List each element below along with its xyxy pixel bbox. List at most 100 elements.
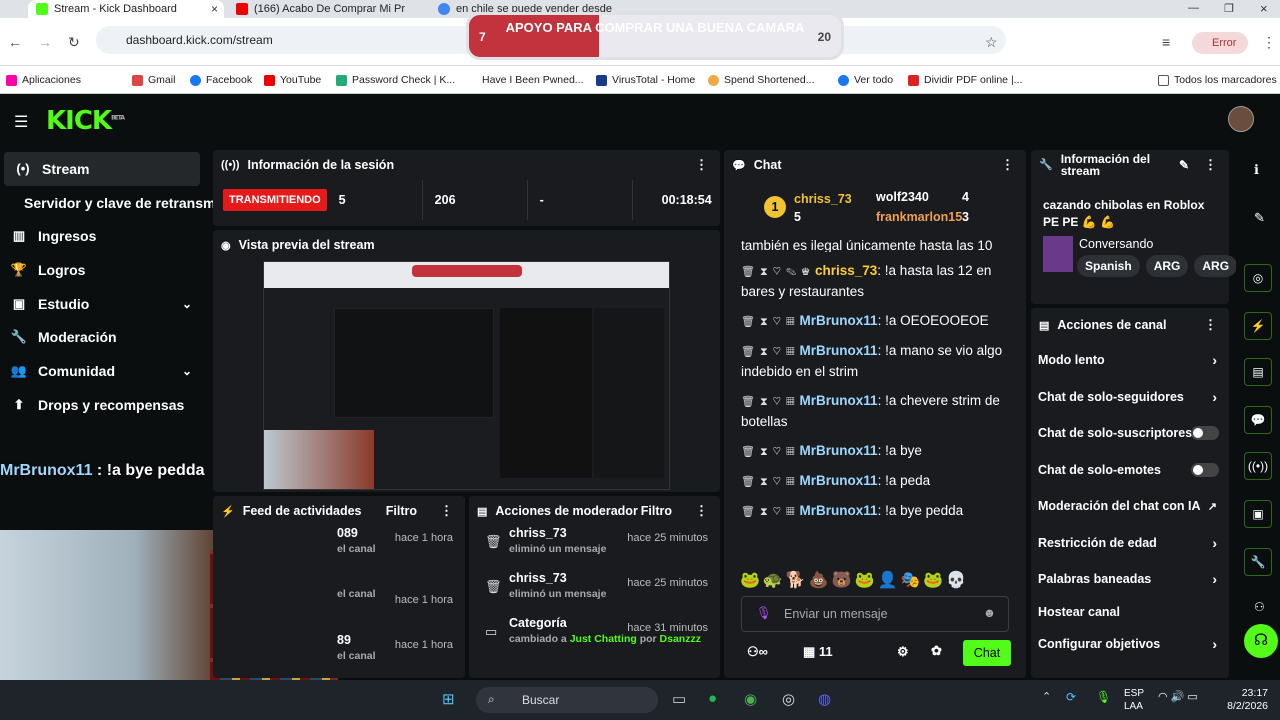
feed-filter-button[interactable]: Filtro bbox=[386, 504, 417, 518]
edit-icon[interactable]: ✎ bbox=[1254, 210, 1265, 226]
sync-icon[interactable]: ⟳ bbox=[1066, 690, 1076, 704]
spotify-icon[interactable]: ● bbox=[708, 690, 717, 707]
document-shortcut-icon[interactable]: ▤ bbox=[1244, 358, 1272, 386]
right-rail: ℹ ✎ ◎ ⚡ ▤ 💬 ((•)) ▣ 🔧 ⚇ ☊ bbox=[1236, 146, 1280, 680]
emoji-icon[interactable]: ☻ bbox=[983, 606, 996, 620]
preview-icon: ◉ bbox=[221, 239, 231, 252]
drops-icon: ⬆ bbox=[13, 396, 25, 412]
stream-preview-video[interactable] bbox=[263, 261, 670, 490]
tab-youtube[interactable]: (166) Acabo De Comprar Mi Pr bbox=[228, 0, 424, 18]
maximize-icon[interactable]: ❐ bbox=[1224, 2, 1234, 15]
followers-only-row[interactable]: Chat de solo-seguidores › bbox=[1031, 379, 1229, 416]
chat-shortcut-icon[interactable]: 💬 bbox=[1244, 406, 1272, 434]
profile-error-button[interactable]: Error bbox=[1192, 32, 1248, 54]
language-indicator[interactable]: ESP LAA bbox=[1124, 687, 1144, 713]
chart-icon: ▥ bbox=[12, 228, 26, 244]
windows-start-icon[interactable]: ⊞ bbox=[442, 690, 455, 708]
broadcast-shortcut-icon[interactable]: ((•)) bbox=[1244, 452, 1272, 480]
more-icon[interactable]: ⋮ bbox=[695, 503, 708, 519]
infinity-icon[interactable]: ⚇∞ bbox=[747, 644, 768, 660]
wifi-icon[interactable]: ◠ 🔊 ▭ bbox=[1158, 690, 1198, 703]
sidebar-item-moderacion[interactable]: 🔧 Moderación bbox=[0, 320, 206, 354]
minimize-icon[interactable]: — bbox=[1188, 2, 1199, 14]
bookmark-hibp[interactable]: Have I Been Pwned... bbox=[482, 74, 584, 86]
nodes-icon[interactable]: ⚇ bbox=[1254, 600, 1265, 614]
bookmark-virustotal[interactable]: VirusTotal - Home bbox=[596, 74, 695, 86]
info-header: 🔧 Información del stream ✎ ⋮ bbox=[1039, 152, 1217, 178]
goals-row[interactable]: Configurar objetivos › bbox=[1031, 626, 1229, 663]
emote-picker-icon[interactable]: ✿ bbox=[931, 643, 942, 659]
emotes-only-toggle[interactable] bbox=[1191, 462, 1219, 477]
bookmark-facebook[interactable]: Facebook bbox=[190, 74, 252, 86]
user-avatar[interactable] bbox=[1228, 106, 1254, 132]
kick-logo[interactable]: KICKBETA bbox=[46, 106, 125, 136]
forward-icon[interactable]: → bbox=[38, 34, 52, 50]
taskbar-search[interactable]: ⌕ Buscar bbox=[476, 687, 658, 713]
more-icon[interactable]: ⋮ bbox=[695, 157, 708, 173]
sidebar-item-drops[interactable]: ⬆ Drops y recompensas bbox=[0, 388, 206, 422]
wrench-shortcut-icon[interactable]: 🔧 bbox=[1244, 548, 1272, 576]
emote-bar[interactable]: 🐸🐢🐕💩🐻🐸👤🎭🐸💀 bbox=[740, 570, 969, 590]
camera-shortcut-icon[interactable]: ◎ bbox=[1244, 264, 1272, 292]
slow-mode-row[interactable]: Modo lento › bbox=[1031, 342, 1229, 379]
feed-header: ⚡ Feed de actividades Filtro ⋮ bbox=[221, 503, 453, 519]
mod-filter-button[interactable]: Filtro bbox=[641, 504, 672, 518]
clock[interactable]: 23:17 8/2/2026 bbox=[1227, 687, 1268, 713]
bookmark-apps[interactable]: Aplicaciones bbox=[6, 74, 81, 86]
send-chat-button[interactable]: Chat bbox=[963, 640, 1011, 666]
bookmark-spend[interactable]: Spend Shortened... bbox=[708, 74, 815, 86]
media-icon[interactable]: ≡ bbox=[1162, 34, 1170, 50]
bookmark-vertodo[interactable]: Ver todo bbox=[838, 74, 893, 86]
sidebar-item-stream[interactable]: (•) Stream bbox=[4, 152, 200, 186]
more-icon[interactable]: ⋮ bbox=[440, 503, 453, 519]
support-headset-icon[interactable]: ☊ bbox=[1244, 624, 1278, 658]
back-icon[interactable]: ← bbox=[8, 34, 22, 50]
more-icon[interactable]: ⋮ bbox=[1204, 317, 1217, 333]
sidebar-item-ingresos[interactable]: ▥ Ingresos bbox=[0, 219, 206, 253]
close-icon[interactable]: × bbox=[211, 2, 218, 16]
bolt-shortcut-icon[interactable]: ⚡ bbox=[1244, 312, 1272, 340]
chrome-icon[interactable]: ◉ bbox=[744, 690, 757, 708]
microphone-icon[interactable]: 🎙 bbox=[756, 606, 772, 621]
age-restriction-row[interactable]: Restricción de edad › bbox=[1031, 525, 1229, 562]
category-name[interactable]: Conversando bbox=[1079, 237, 1153, 251]
star-icon[interactable]: ☆ bbox=[985, 34, 998, 51]
sidebar-item-comunidad[interactable]: 👥 Comunidad ⌄ bbox=[0, 354, 206, 388]
more-icon[interactable]: ⋮ bbox=[1204, 158, 1217, 171]
chat-input[interactable]: 🎙 Enviar un mensaje ☻ bbox=[741, 596, 1009, 632]
bookmark-pdf[interactable]: Dividir PDF online |... bbox=[908, 74, 1022, 86]
mic-icon[interactable]: 🎙 bbox=[1096, 690, 1111, 704]
edit-icon[interactable]: ✎ bbox=[1179, 159, 1189, 171]
obs-icon[interactable]: ◎ bbox=[782, 690, 795, 708]
tray-chevron-icon[interactable]: ⌃ bbox=[1042, 690, 1051, 703]
menu-icon[interactable]: ⋮ bbox=[1262, 34, 1276, 51]
emotes-only-row: Chat de solo-emotes bbox=[1031, 452, 1229, 489]
info-icon[interactable]: ℹ bbox=[1254, 162, 1259, 178]
taskview-icon[interactable]: ▭ bbox=[672, 690, 686, 708]
banned-words-row[interactable]: Palabras baneadas › bbox=[1031, 561, 1229, 598]
sidebar-item-logros[interactable]: 🏆 Logros bbox=[0, 253, 206, 287]
reload-icon[interactable]: ↻ bbox=[68, 34, 80, 51]
facebook-icon bbox=[190, 74, 201, 86]
bookmark-all[interactable]: Todos los marcadores bbox=[1158, 74, 1277, 86]
discord-icon[interactable]: ◍ bbox=[818, 690, 831, 708]
activity-feed-panel: ⚡ Feed de actividades Filtro ⋮ 089 hace 1 ho… bbox=[213, 496, 465, 678]
tab-kick[interactable]: Stream - Kick Dashboard × bbox=[28, 0, 224, 18]
bookmark-youtube[interactable]: YouTube bbox=[264, 74, 321, 86]
followers-stat: 206 bbox=[421, 180, 527, 220]
more-icon[interactable]: ⋮ bbox=[1001, 157, 1014, 173]
hamburger-menu-icon[interactable]: ☰ bbox=[14, 112, 28, 132]
gift-icon[interactable]: ▦ 11 bbox=[803, 644, 833, 660]
bookmark-password[interactable]: Password Check | K... bbox=[336, 74, 455, 86]
subs-only-toggle[interactable] bbox=[1191, 426, 1219, 441]
close-window-icon[interactable]: × bbox=[1260, 1, 1268, 16]
panel-shortcut-icon[interactable]: ▣ bbox=[1244, 500, 1272, 528]
settings-icon[interactable]: ⚙ bbox=[897, 644, 909, 660]
ai-moderation-row[interactable]: Moderación del chat con IA ↗ bbox=[1031, 488, 1229, 525]
sidebar-item-estudio[interactable]: ▣ Estudio ⌄ bbox=[0, 287, 206, 321]
mod-header: ▤ Acciones de moderador Filtro ⋮ bbox=[477, 503, 708, 519]
bookmark-gmail[interactable]: Gmail bbox=[132, 74, 175, 86]
kick-header: ☰ KICKBETA bbox=[0, 94, 1280, 146]
sidebar-item-servidor[interactable]: Servidor y clave de retransm bbox=[0, 186, 215, 220]
host-channel-row[interactable]: Hostear canal bbox=[1031, 598, 1229, 626]
